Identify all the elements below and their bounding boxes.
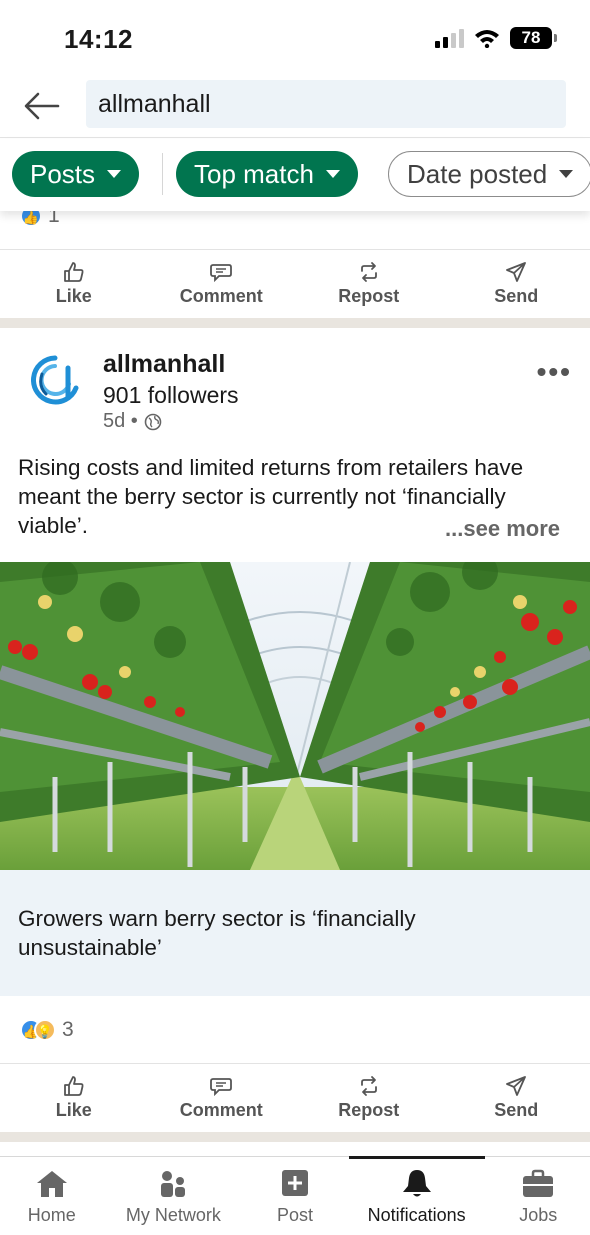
comment-icon [210, 264, 233, 283]
thumbs-up-icon [63, 1076, 84, 1096]
comment-button[interactable]: Comment [148, 1064, 296, 1131]
status-icons: 78 [435, 27, 557, 49]
send-icon [506, 1076, 527, 1096]
post-author-followers: 901 followers [103, 382, 239, 408]
prev-post-action-bar: Like Comment Repost Send [0, 249, 590, 317]
search-header: allmanhall [0, 78, 590, 138]
post-reactions[interactable]: 👍 💡 3 [20, 1018, 74, 1042]
filter-posts-label: Posts [30, 158, 96, 189]
filter-top-match[interactable]: Top match [176, 151, 358, 197]
nav-post[interactable]: Post [243, 1157, 347, 1235]
nav-my-network[interactable]: My Network [104, 1157, 244, 1235]
send-button[interactable]: Send [443, 1064, 590, 1131]
post-author-name[interactable]: allmanhall [103, 350, 225, 379]
like-label: Like [55, 1100, 92, 1120]
send-label: Send [494, 1100, 539, 1120]
repost-icon [360, 262, 377, 282]
like-button[interactable]: Like [0, 250, 148, 317]
bell-icon [402, 1170, 431, 1197]
allmanhall-logo[interactable] [30, 354, 80, 410]
filter-posts[interactable]: Posts [12, 151, 140, 197]
send-button[interactable]: Send [443, 250, 590, 317]
post-header: allmanhall 901 followers 5d • ••• [0, 330, 590, 440]
post-action-bar: Like Comment Repost Send [0, 1063, 590, 1131]
repost-button[interactable]: Repost [295, 250, 443, 317]
comment-label: Comment [179, 286, 263, 306]
article-link-card[interactable]: Growers warn berry sector is ‘financiall… [0, 870, 590, 996]
filter-date-posted-label: Date posted [407, 158, 548, 189]
back-arrow-icon[interactable] [22, 88, 62, 124]
battery-icon: 78 [510, 27, 557, 49]
briefcase-icon [523, 1169, 554, 1197]
bottom-navigation: Home My Network Post Notifications Jobs [0, 1156, 590, 1235]
nav-jobs-label: Jobs [519, 1205, 558, 1225]
feed-separator [0, 318, 590, 328]
status-bar: 14:12 78 [0, 0, 590, 78]
article-title: Growers warn berry sector is ‘financiall… [18, 906, 416, 960]
repost-button[interactable]: Repost [295, 1064, 443, 1131]
nav-notifications-label: Notifications [367, 1205, 466, 1225]
comment-button[interactable]: Comment [148, 250, 296, 317]
filter-bar: Posts Top match Date posted [0, 139, 590, 211]
nav-post-label: Post [276, 1205, 314, 1225]
network-icon [161, 1171, 186, 1197]
globe-icon [144, 413, 162, 430]
send-label: Send [494, 286, 539, 306]
comment-icon [210, 1078, 233, 1097]
post-reaction-count: 3 [62, 1018, 74, 1041]
status-time: 14:12 [64, 24, 133, 54]
like-label: Like [55, 286, 92, 306]
comment-label: Comment [179, 1100, 263, 1120]
repost-label: Repost [338, 286, 400, 306]
nav-jobs[interactable]: Jobs [487, 1157, 590, 1235]
caret-down-icon [559, 170, 574, 178]
caret-down-icon [325, 170, 340, 178]
filter-date-posted[interactable]: Date posted [388, 151, 590, 197]
nav-home[interactable]: Home [0, 1157, 104, 1235]
nav-home-label: Home [27, 1205, 76, 1225]
send-icon [506, 262, 527, 282]
feed-separator [0, 1132, 590, 1142]
nav-notifications[interactable]: Notifications [347, 1156, 487, 1235]
nav-my-network-label: My Network [125, 1205, 221, 1225]
filter-top-match-label: Top match [194, 158, 314, 189]
home-icon [36, 1171, 67, 1197]
like-button[interactable]: Like [0, 1064, 148, 1131]
post-image-strawberry-polytunnel[interactable] [0, 562, 590, 870]
post-age-text: 5d • [103, 410, 138, 432]
filter-divider [162, 153, 163, 195]
post-age: 5d • [103, 410, 162, 433]
caret-down-icon [107, 170, 122, 178]
see-more-link[interactable]: ...see more [445, 516, 560, 542]
more-options-icon[interactable]: ••• [537, 356, 572, 388]
search-input[interactable]: allmanhall [86, 80, 566, 128]
post-icon [282, 1170, 308, 1196]
insightful-reaction-icon: 💡 [34, 1019, 56, 1041]
repost-label: Repost [338, 1100, 400, 1120]
cellular-signal-icon [435, 28, 464, 48]
wifi-icon [475, 30, 499, 48]
repost-icon [360, 1076, 377, 1096]
thumbs-up-icon [63, 262, 84, 282]
